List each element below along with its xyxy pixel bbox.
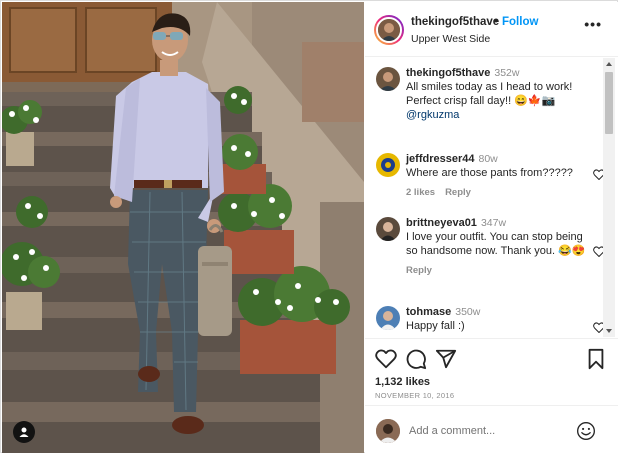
comment-likes[interactable]: 2 likes xyxy=(406,187,435,198)
comment-username[interactable]: jeffdresser44 xyxy=(406,153,475,165)
comment-time: 350w xyxy=(455,306,481,318)
add-comment-bar xyxy=(365,405,618,453)
send-icon[interactable] xyxy=(435,348,457,370)
comment-icon[interactable] xyxy=(405,348,427,370)
action-bar xyxy=(365,338,618,378)
post-location[interactable]: Upper West Side xyxy=(411,33,490,45)
avatar-image xyxy=(376,306,400,330)
heart-icon[interactable] xyxy=(375,348,397,370)
more-horizontal-icon[interactable]: ••• xyxy=(584,16,602,32)
comment-avatar[interactable] xyxy=(376,217,400,241)
follow-button[interactable]: Follow xyxy=(502,16,538,28)
viewer-avatar[interactable] xyxy=(376,419,400,443)
emoji-icon[interactable] xyxy=(576,421,596,441)
avatar-image xyxy=(376,67,400,91)
add-comment-input[interactable] xyxy=(409,421,569,441)
post-date: NOVEMBER 10, 2016 xyxy=(375,391,455,400)
comments-list[interactable]: thekingof5thave 352w All smiles today as … xyxy=(365,58,618,337)
post-header: thekingof5thave • Follow Upper West Side… xyxy=(365,2,618,57)
scrollbar-thumb[interactable] xyxy=(605,72,613,134)
comment-username[interactable]: brittneyeva01 xyxy=(406,217,477,229)
comment-text: I love your outfit. You can stop being s… xyxy=(406,231,586,257)
comment-time: 80w xyxy=(478,153,498,165)
comments-scrollbar[interactable] xyxy=(603,58,615,337)
reply-button[interactable]: Reply xyxy=(406,265,432,276)
comment-avatar[interactable] xyxy=(376,306,400,330)
mention-link[interactable]: @rgkuzma xyxy=(406,108,596,122)
comment-username[interactable]: thekingof5thave xyxy=(406,67,490,79)
comment-text: Where are those pants from????? xyxy=(406,167,573,179)
post-side-panel: thekingof5thave • Follow Upper West Side… xyxy=(365,2,618,453)
comment-time: 347w xyxy=(480,217,507,229)
comment-text: All smiles today as I head to work! Perf… xyxy=(406,81,573,107)
likes-count[interactable]: 1,132 likes xyxy=(375,376,430,388)
author-avatar[interactable] xyxy=(374,15,404,45)
avatar-image xyxy=(376,419,400,443)
scroll-up-icon[interactable] xyxy=(606,62,612,66)
avatar-image xyxy=(376,217,400,241)
comment-time: 352w xyxy=(494,67,520,79)
scroll-down-icon[interactable] xyxy=(606,329,612,333)
instagram-post-modal: thekingof5thave • Follow Upper West Side… xyxy=(0,0,618,453)
comment-username[interactable]: tohmase xyxy=(406,306,451,318)
user-tag-button[interactable] xyxy=(13,421,35,443)
bookmark-icon[interactable] xyxy=(585,348,607,370)
avatar-image xyxy=(376,153,400,177)
photo-illustration xyxy=(2,2,364,453)
header-separator: • xyxy=(494,16,499,28)
user-tag-icon xyxy=(19,427,29,437)
reply-button[interactable]: Reply xyxy=(445,187,471,198)
comment-avatar[interactable] xyxy=(376,67,400,91)
post-photo[interactable] xyxy=(2,2,364,453)
comment-avatar[interactable] xyxy=(376,153,400,177)
comment-text: Happy fall :) xyxy=(406,320,465,332)
author-username[interactable]: thekingof5thave xyxy=(411,16,499,28)
author-avatar-image xyxy=(378,19,400,41)
